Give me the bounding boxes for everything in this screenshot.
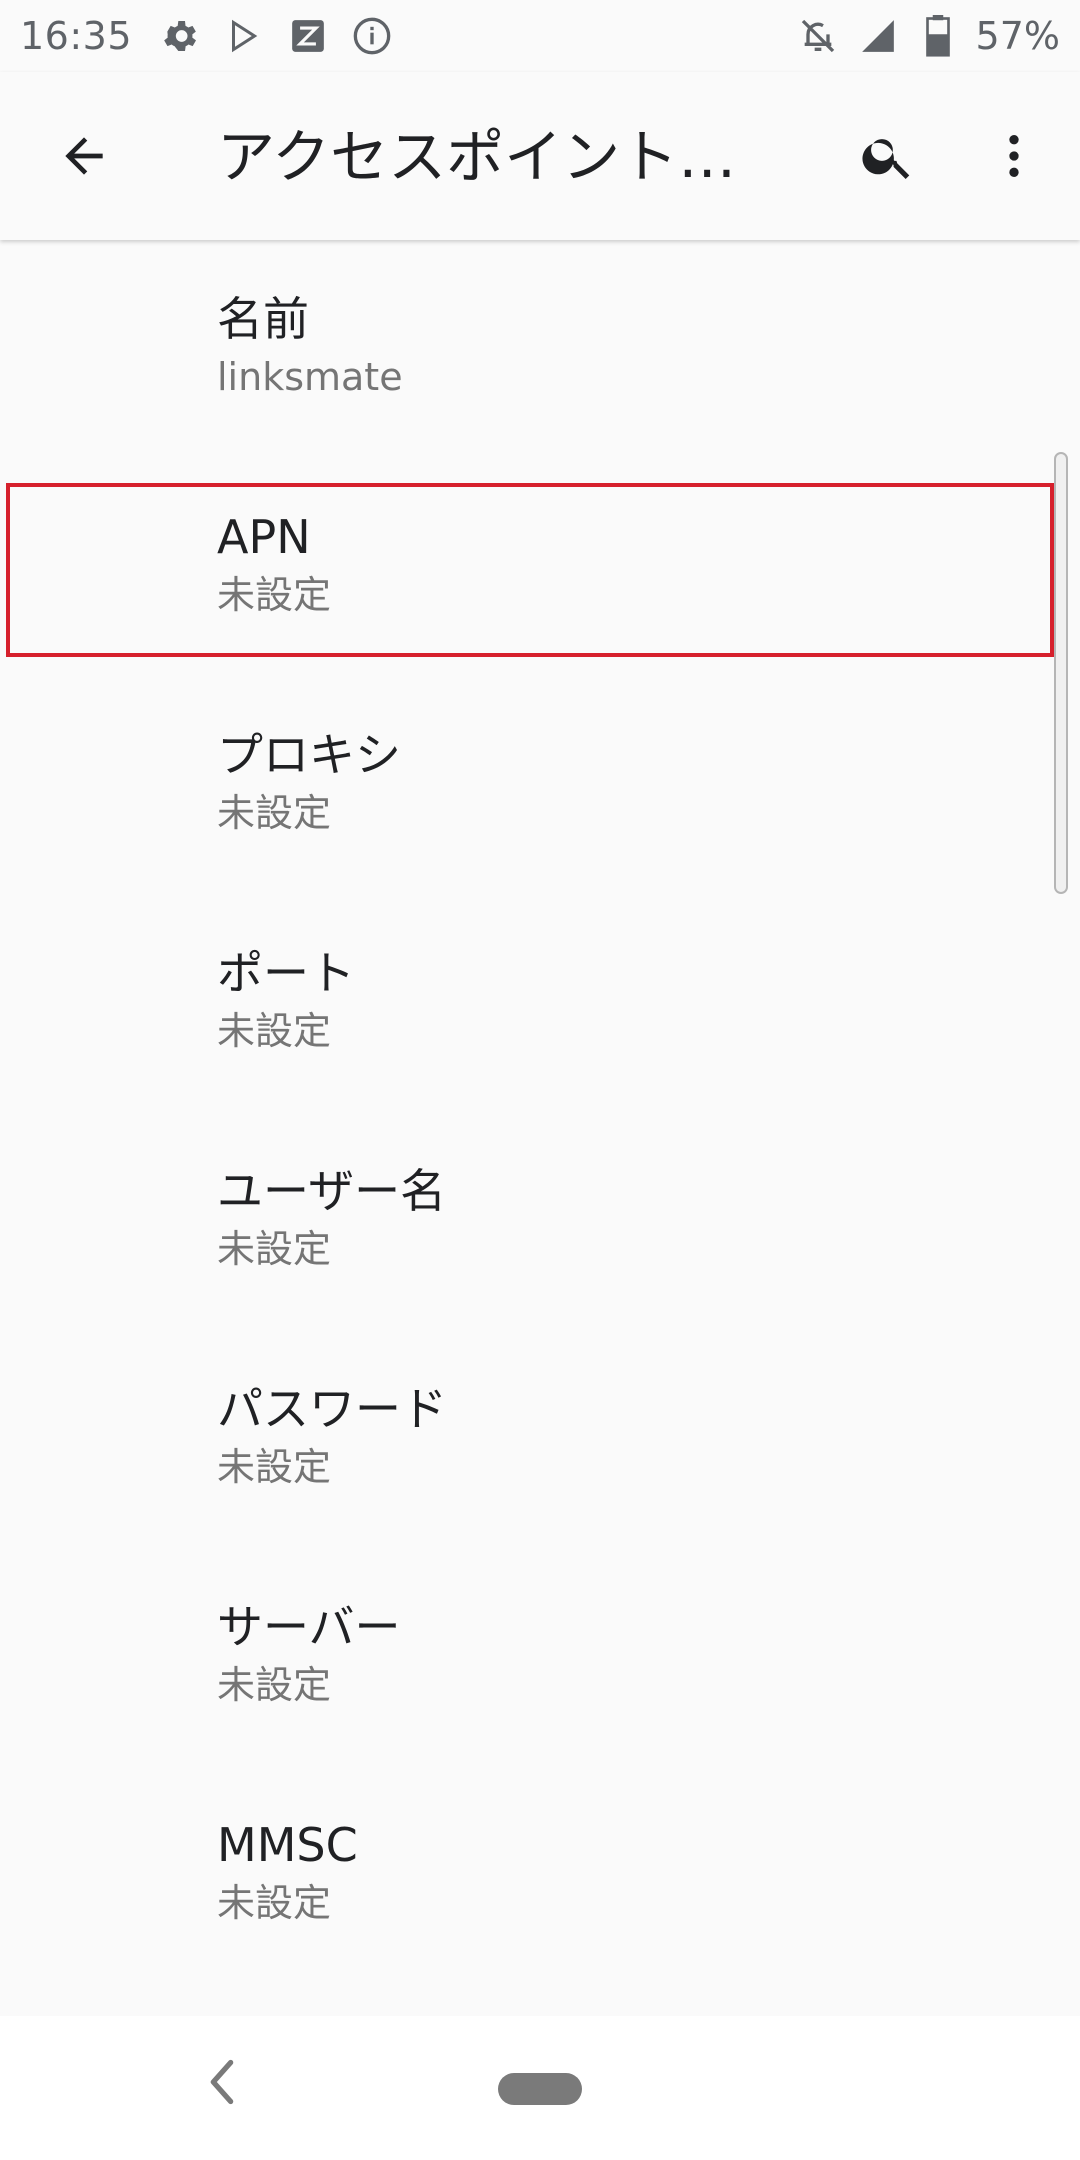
preference-list: 名前 linksmate APN 未設定 プロキシ 未設定 ポート 未設定 ユー…	[0, 240, 1080, 2016]
back-arrow-icon	[65, 137, 103, 175]
app-store-icon	[286, 14, 330, 58]
nav-back-icon	[210, 2059, 234, 2105]
play-store-icon	[222, 14, 266, 58]
page-title: アクセスポイント…	[217, 123, 737, 191]
search-icon	[862, 139, 910, 179]
notifications-off-icon	[796, 14, 840, 58]
pref-summary: 未設定	[217, 1663, 332, 1707]
back-button[interactable]	[42, 114, 126, 198]
pref-summary: 未設定	[217, 1881, 332, 1925]
signal-icon	[856, 14, 900, 58]
battery-icon	[916, 14, 960, 58]
pref-title: プロキシ	[217, 728, 401, 782]
pref-summary: 未設定	[217, 1227, 332, 1271]
pref-summary: 未設定	[217, 573, 332, 617]
gear-icon	[158, 14, 202, 58]
info-icon	[350, 14, 394, 58]
pref-item-password[interactable]: パスワード 未設定	[0, 1330, 1080, 1548]
pref-item-server[interactable]: サーバー 未設定	[0, 1548, 1080, 1766]
pref-title: APN	[217, 510, 311, 564]
pref-title: ポート	[217, 946, 355, 1000]
scrollbar[interactable]	[1054, 452, 1068, 894]
status-bar: 16:35 57%	[0, 0, 1080, 72]
pref-title: サーバー	[217, 1600, 401, 1654]
more-options-button[interactable]	[972, 114, 1056, 198]
app-bar: アクセスポイント…	[0, 72, 1080, 240]
pref-item-port[interactable]: ポート 未設定	[0, 894, 1080, 1112]
nav-back-button[interactable]	[192, 2052, 252, 2112]
pref-item-name[interactable]: 名前 linksmate	[0, 240, 1080, 458]
pref-item-apn[interactable]: APN 未設定	[0, 458, 1080, 676]
pref-title: パスワード	[217, 1382, 447, 1436]
pref-summary: 未設定	[217, 791, 332, 835]
battery-percent: 57%	[975, 14, 1060, 58]
pref-item-username[interactable]: ユーザー名 未設定	[0, 1112, 1080, 1330]
status-time: 16:35	[20, 14, 133, 58]
pref-summary: 未設定	[217, 1009, 332, 1053]
pref-summary: 未設定	[217, 1445, 332, 1489]
status-right-group: 57%	[796, 14, 1060, 58]
pref-item-proxy[interactable]: プロキシ 未設定	[0, 676, 1080, 894]
pref-title: 名前	[217, 292, 309, 346]
navigation-bar	[0, 2016, 1080, 2160]
search-button[interactable]	[846, 114, 930, 198]
pref-item-mmsc[interactable]: MMSC 未設定	[0, 1766, 1080, 1984]
more-vert-icon	[1009, 135, 1019, 177]
pref-title: ユーザー名	[217, 1164, 447, 1218]
pref-summary: linksmate	[217, 355, 403, 399]
home-pill-icon[interactable]	[498, 2073, 582, 2105]
pref-title: MMSC	[217, 1818, 358, 1872]
